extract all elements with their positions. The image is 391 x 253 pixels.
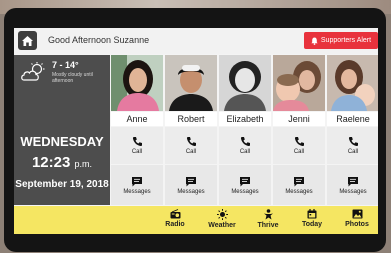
messages-label: Messages [123, 188, 151, 195]
info-panel: 7 - 14° Mostly cloudy until afternoon WE… [14, 55, 110, 205]
sun-icon [216, 209, 228, 220]
nav-photos-label: Photos [345, 221, 369, 228]
call-button[interactable]: Call [273, 127, 325, 164]
messages-button[interactable]: Messages [273, 165, 325, 205]
nav-today-label: Today [301, 221, 323, 228]
phone-icon [186, 137, 196, 147]
phone-icon [294, 137, 304, 147]
date-text: September 19, 2018 [15, 179, 109, 190]
messages-label: Messages [339, 188, 367, 195]
temperature-range: 7 - 14° [52, 60, 79, 70]
call-label: Call [293, 149, 305, 155]
message-icon [132, 176, 142, 186]
contact-photo[interactable] [219, 55, 271, 111]
message-icon [240, 176, 250, 186]
contact-name: Robert [165, 112, 217, 126]
contact-name: Anne [111, 112, 163, 126]
home-button[interactable] [18, 31, 37, 50]
time-value: 12:23 [31, 154, 71, 171]
call-label: Call [239, 149, 251, 155]
weather-widget[interactable]: 7 - 14° Mostly cloudy until afternoon [14, 55, 110, 95]
nav-thrive-label: Thrive [257, 222, 279, 229]
radio-icon [170, 209, 180, 219]
contact-photo[interactable] [327, 55, 378, 111]
messages-button[interactable]: Messages [165, 165, 217, 205]
messages-label: Messages [177, 188, 205, 195]
thrive-icon [263, 209, 273, 220]
supporters-alert-button[interactable]: Supporters Alert [304, 32, 378, 49]
day-of-week: WEDNESDAY [20, 134, 104, 149]
phone-icon [240, 137, 250, 147]
contact-card-elizabeth: Elizabeth Call Messages [219, 55, 271, 205]
messages-button[interactable]: Messages [327, 165, 378, 205]
header-bar: Good Afternoon Suzanne Supporters Alert [14, 28, 378, 54]
call-button[interactable]: Call [165, 127, 217, 164]
avatar [111, 55, 163, 111]
bottom-nav-bar: Radio Weather Thrive Today Photos [14, 206, 378, 234]
call-button[interactable]: Call [219, 127, 271, 164]
message-icon [294, 176, 304, 186]
avatar [327, 55, 378, 111]
call-label: Call [185, 149, 197, 155]
contact-card-raelene: Raelene Call Messages [327, 55, 378, 205]
calendar-icon [307, 209, 317, 219]
contact-name: Jenni [273, 112, 325, 126]
phone-icon [132, 137, 142, 147]
contact-card-anne: Anne Call Messages [111, 55, 163, 205]
nav-radio-label: Radio [165, 221, 185, 228]
avatar [273, 55, 325, 111]
messages-label: Messages [285, 188, 313, 195]
nav-today[interactable]: Today [292, 209, 332, 228]
home-icon [22, 35, 33, 46]
call-button[interactable]: Call [111, 127, 163, 164]
call-label: Call [131, 149, 143, 155]
clock-time: 12:23 p.m. [14, 154, 110, 171]
contact-photo[interactable] [273, 55, 325, 111]
message-icon [186, 176, 196, 186]
message-icon [348, 176, 358, 186]
alert-label: Supporters Alert [320, 37, 372, 44]
phone-icon [348, 137, 358, 147]
photo-icon [352, 209, 362, 219]
greeting-text: Good Afternoon Suzanne [48, 35, 150, 45]
contact-card-jenni: Jenni Call Messages [273, 55, 325, 205]
call-button[interactable]: Call [327, 127, 378, 164]
contact-card-robert: Robert Call Messages [165, 55, 217, 205]
contact-name: Elizabeth [219, 112, 271, 126]
contact-photo[interactable] [165, 55, 217, 111]
avatar [219, 55, 271, 111]
partly-cloudy-icon [21, 62, 45, 81]
nav-photos[interactable]: Photos [337, 209, 377, 228]
call-label: Call [347, 149, 359, 155]
messages-button[interactable]: Messages [111, 165, 163, 205]
messages-button[interactable]: Messages [219, 165, 271, 205]
nav-weather[interactable]: Weather [202, 209, 242, 229]
messages-label: Messages [231, 188, 259, 195]
weather-description: Mostly cloudy until afternoon [52, 72, 93, 84]
time-ampm: p.m. [74, 159, 93, 169]
nav-weather-label: Weather [208, 222, 236, 229]
tablet-screen: Good Afternoon Suzanne Supporters Alert [14, 28, 378, 234]
nav-radio[interactable]: Radio [155, 209, 195, 228]
contact-photo[interactable] [111, 55, 163, 111]
nav-thrive[interactable]: Thrive [248, 209, 288, 229]
avatar [165, 55, 217, 111]
contacts-grid: Anne Call Messages Robert Call Messages … [110, 55, 378, 205]
contact-name: Raelene [327, 112, 378, 126]
bell-icon [311, 37, 318, 45]
